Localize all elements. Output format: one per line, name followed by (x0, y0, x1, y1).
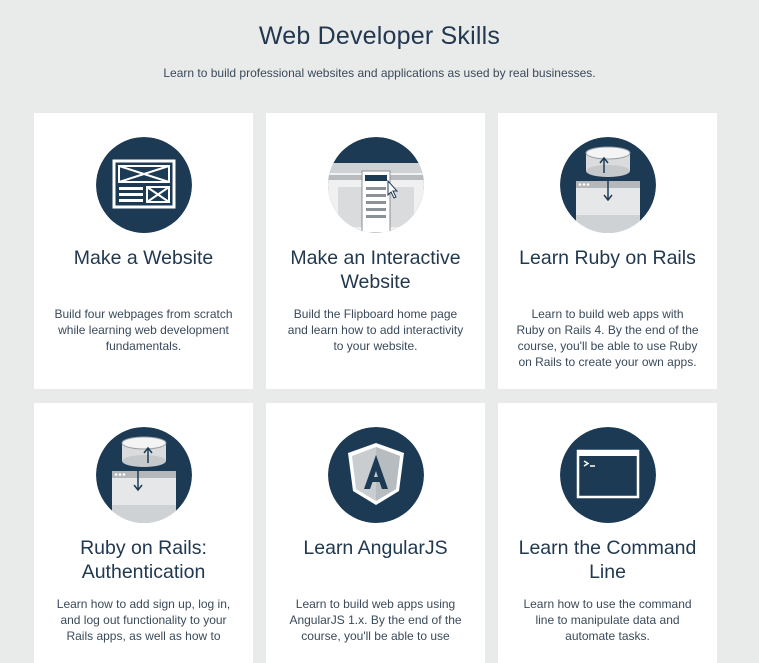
course-description: Learn how to add sign up, log in, and lo… (56, 597, 231, 643)
course-description: Learn how to use the command line to man… (523, 597, 692, 643)
database-sync-icon (560, 137, 656, 233)
course-title: Learn Ruby on Rails (519, 247, 696, 269)
page-title: Web Developer Skills (258, 22, 501, 50)
course-description: Learn to build web apps using AngularJS … (289, 597, 462, 643)
interactive-website-icon (328, 137, 424, 233)
terminal-window-icon (560, 427, 656, 523)
course-card-command-line[interactable]: Learn the Command Line Learn how to use … (498, 403, 717, 663)
course-card-make-a-website[interactable]: Make a Website Build four webpages from … (34, 113, 253, 389)
database-sync-icon (96, 427, 192, 523)
course-description: Build four webpages from scratch while l… (54, 307, 233, 353)
course-title: Learn the Command Line (518, 537, 697, 583)
course-title: Ruby on Rails: Authentication (80, 537, 207, 583)
page-subtitle: Learn to build professional websites and… (163, 66, 596, 80)
course-card-ruby-on-rails[interactable]: Learn Ruby on Rails Learn to build web a… (498, 113, 717, 389)
course-title: Make an Interactive Website (290, 247, 461, 293)
course-description: Learn to build web apps with Ruby on Rai… (516, 307, 699, 369)
course-description: Build the Flipboard home page and learn … (287, 307, 464, 353)
course-title: Learn AngularJS (303, 537, 448, 559)
angular-shield-icon (328, 427, 424, 523)
website-wireframe-icon (96, 137, 192, 233)
course-card-angularjs[interactable]: Learn AngularJS Learn to build web apps … (266, 403, 485, 663)
page: Web Developer Skills Learn to build prof… (0, 0, 759, 663)
course-title: Make a Website (73, 247, 214, 269)
course-card-rails-authentication[interactable]: Ruby on Rails: Authentication Learn how … (34, 403, 253, 663)
course-card-interactive-website[interactable]: Make an Interactive Website Build the Fl… (266, 113, 485, 389)
